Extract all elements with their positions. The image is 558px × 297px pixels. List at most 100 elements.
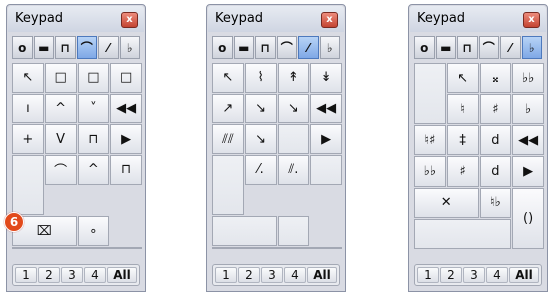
- layer-all-button[interactable]: All: [107, 267, 137, 283]
- keypad-tabs: o ▬ ⊓ ⌒ ⁄ ♭: [12, 36, 140, 59]
- key[interactable]: ↟: [277, 63, 310, 93]
- sharp-key[interactable]: ♯: [479, 94, 512, 125]
- tab-beams[interactable]: ⁄: [298, 36, 319, 59]
- key[interactable]: d: [479, 156, 512, 187]
- tab-notes[interactable]: o: [212, 36, 233, 59]
- key[interactable]: [414, 218, 512, 249]
- tab-more-notes[interactable]: ⊓: [255, 36, 276, 59]
- key[interactable]: ˅: [77, 93, 110, 124]
- double-sharp-key[interactable]: 𝄪: [479, 63, 512, 94]
- tab-beams[interactable]: ⁄: [98, 36, 119, 59]
- play-key[interactable]: ▶: [110, 124, 142, 154]
- key[interactable]: d: [479, 125, 512, 156]
- tab-accidentals[interactable]: ♭: [521, 36, 542, 59]
- layer-all-button[interactable]: All: [509, 267, 539, 283]
- layer-1-button[interactable]: 1: [15, 267, 37, 283]
- key[interactable]: [414, 63, 446, 125]
- close-button[interactable]: x: [121, 12, 138, 28]
- tab-articulations[interactable]: ▬: [435, 36, 456, 59]
- key[interactable]: ↘: [277, 93, 310, 124]
- window-title: Keypad: [417, 11, 466, 26]
- natural-key[interactable]: ♮: [446, 94, 479, 125]
- pointer-icon: ↖: [457, 70, 469, 86]
- key[interactable]: [212, 246, 342, 249]
- key[interactable]: ✕: [414, 187, 479, 218]
- rewind-key[interactable]: ◀◀: [512, 125, 544, 156]
- key[interactable]: [277, 124, 310, 154]
- key[interactable]: ∘: [77, 216, 110, 246]
- titlebar[interactable]: Keypad x: [208, 6, 344, 32]
- tab-articulations[interactable]: ▬: [233, 36, 254, 59]
- close-button[interactable]: x: [523, 12, 540, 28]
- key[interactable]: ↘: [244, 93, 277, 124]
- tab-accidentals[interactable]: ♭: [119, 36, 140, 59]
- tab-jazz[interactable]: ⌒: [76, 36, 97, 59]
- flat-key[interactable]: ♭: [512, 94, 544, 125]
- tab-notes[interactable]: o: [12, 36, 33, 59]
- tab-accidentals[interactable]: ♭: [319, 36, 340, 59]
- key[interactable]: ⌇: [244, 63, 277, 93]
- tab-jazz[interactable]: ⌒: [478, 36, 499, 59]
- layer-2-button[interactable]: 2: [38, 267, 60, 283]
- key[interactable]: ^: [44, 93, 77, 124]
- play-key[interactable]: ▶: [512, 156, 544, 187]
- key[interactable]: [277, 216, 310, 246]
- key[interactable]: ↘: [244, 124, 277, 154]
- key[interactable]: ⊓: [110, 154, 142, 185]
- key[interactable]: [310, 154, 342, 185]
- layer-1-button[interactable]: 1: [215, 267, 237, 283]
- key[interactable]: ♮♭: [479, 187, 512, 218]
- key[interactable]: ⫽⫽: [212, 124, 244, 154]
- key[interactable]: [212, 216, 277, 246]
- key[interactable]: ↡: [310, 63, 342, 93]
- layer-4-button[interactable]: 4: [284, 267, 306, 283]
- key[interactable]: ⁄.: [244, 154, 277, 185]
- key[interactable]: □: [110, 63, 142, 93]
- parentheses-key[interactable]: (): [512, 187, 544, 249]
- key[interactable]: □: [44, 63, 77, 93]
- tab-notes[interactable]: o: [414, 36, 435, 59]
- key[interactable]: ♯: [446, 156, 479, 187]
- tab-more-notes[interactable]: ⊓: [55, 36, 76, 59]
- layer-4-button[interactable]: 4: [486, 267, 508, 283]
- key[interactable]: V: [44, 124, 77, 154]
- layer-3-button[interactable]: 3: [463, 267, 485, 283]
- keypad-grid: ↖ □ □ □ ı ^ ˅ ◀◀ + V ⊓ ▶ ⌒ ^ ⊓ ⌧ ∘: [12, 63, 142, 249]
- rewind-key[interactable]: ◀◀: [310, 93, 342, 124]
- pointer-key[interactable]: ↖: [446, 63, 479, 94]
- key[interactable]: ♮♯: [414, 125, 446, 156]
- tab-more-notes[interactable]: ⊓: [457, 36, 478, 59]
- key[interactable]: ⌒: [44, 154, 77, 185]
- play-key[interactable]: ▶: [310, 124, 342, 154]
- key[interactable]: ı: [12, 93, 44, 124]
- layer-1-button[interactable]: 1: [417, 267, 439, 283]
- pointer-key[interactable]: ↖: [212, 63, 244, 93]
- key[interactable]: ♭♭: [414, 156, 446, 187]
- rewind-key[interactable]: ◀◀: [110, 93, 142, 124]
- key[interactable]: ↗: [212, 93, 244, 124]
- key[interactable]: +: [12, 124, 44, 154]
- tab-articulations[interactable]: ▬: [33, 36, 54, 59]
- tab-beams[interactable]: ⁄: [500, 36, 521, 59]
- key[interactable]: ‡: [446, 125, 479, 156]
- key[interactable]: [12, 246, 142, 249]
- layer-all-button[interactable]: All: [307, 267, 337, 283]
- tab-jazz[interactable]: ⌒: [276, 36, 297, 59]
- double-flat-key[interactable]: ♭♭: [512, 63, 544, 94]
- layer-2-button[interactable]: 2: [238, 267, 260, 283]
- pointer-key[interactable]: ↖: [12, 63, 44, 93]
- key[interactable]: [212, 154, 244, 216]
- key[interactable]: [12, 154, 44, 216]
- key[interactable]: ⊓: [77, 124, 110, 154]
- layer-2-button[interactable]: 2: [440, 267, 462, 283]
- key[interactable]: □: [77, 63, 110, 93]
- key[interactable]: ^: [77, 154, 110, 185]
- titlebar[interactable]: Keypad x: [8, 6, 144, 32]
- layer-3-button[interactable]: 3: [261, 267, 283, 283]
- layer-4-button[interactable]: 4: [84, 267, 106, 283]
- window-title: Keypad: [15, 11, 64, 26]
- key[interactable]: ⫽.: [277, 154, 310, 185]
- layer-3-button[interactable]: 3: [61, 267, 83, 283]
- close-button[interactable]: x: [321, 12, 338, 28]
- titlebar[interactable]: Keypad x: [410, 6, 546, 32]
